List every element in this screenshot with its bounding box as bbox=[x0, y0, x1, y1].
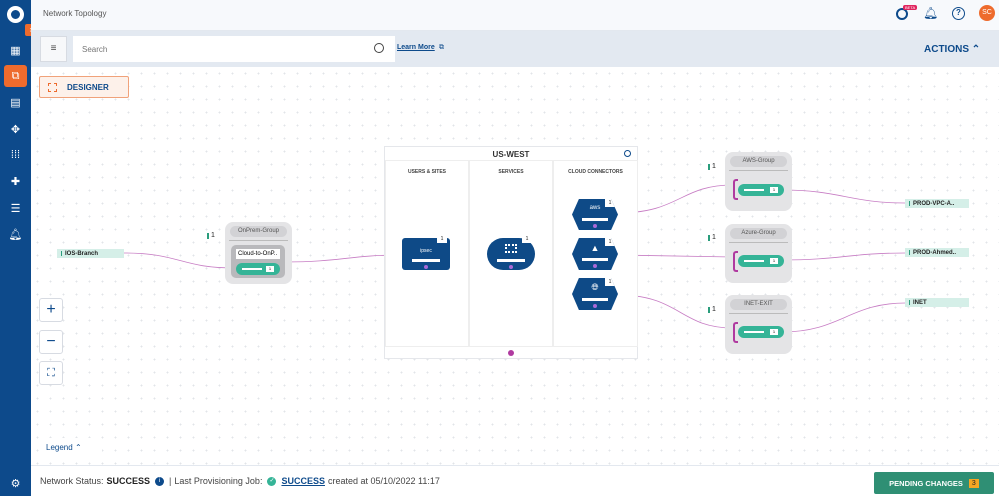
zoom-in-button[interactable]: + bbox=[39, 298, 63, 322]
connector-name: Cloud-to-OnP.. bbox=[236, 249, 280, 259]
ipsec-label: ipsec bbox=[420, 248, 432, 254]
firewall-icon bbox=[505, 244, 517, 253]
success-check-icon: ✓ bbox=[267, 476, 277, 486]
internet-connector-node[interactable]: 1 🌐︎ bbox=[572, 278, 618, 310]
pending-label: PENDING CHANGES bbox=[889, 478, 963, 488]
zoom-out-button[interactable]: − bbox=[39, 330, 63, 354]
info-icon[interactable]: i bbox=[155, 476, 165, 486]
pending-changes-button[interactable]: PENDING CHANGES 3 bbox=[874, 472, 994, 494]
aws-icon: aws bbox=[589, 205, 601, 211]
tag-inet[interactable]: INET bbox=[905, 298, 969, 307]
ipsec-node[interactable]: 1 ipsec bbox=[402, 235, 450, 270]
pill-count: 1 bbox=[770, 258, 778, 264]
info-icon[interactable] bbox=[624, 150, 631, 157]
tag-prod-ahmed[interactable]: PROD-Ahmed.. bbox=[905, 248, 969, 257]
tag-prod-vpc[interactable]: PROD-VPC-A.. bbox=[905, 199, 969, 208]
group-inet-exit[interactable]: INET-EXIT 1 bbox=[725, 295, 792, 354]
fit-to-screen-button[interactable]: ⛶ bbox=[39, 361, 63, 385]
group-azure[interactable]: Azure-Group 1 bbox=[725, 224, 792, 283]
chevron-up-icon: ⌃ bbox=[74, 443, 82, 452]
group-title: OnPrem-Group bbox=[230, 226, 287, 237]
pill-count: 1 bbox=[770, 329, 778, 335]
aws-connector-node[interactable]: 1 aws bbox=[572, 199, 618, 230]
connector-pill[interactable]: 1 bbox=[236, 263, 280, 275]
connector-pill[interactable]: 1 bbox=[738, 184, 784, 196]
globe-icon: 🌐︎ bbox=[591, 282, 599, 292]
divider bbox=[229, 240, 288, 241]
group-title: INET-EXIT bbox=[730, 299, 787, 310]
group-title: AWS-Group bbox=[730, 156, 787, 167]
column-title: SERVICES bbox=[498, 169, 524, 175]
firewall-service-node[interactable]: 1 bbox=[487, 235, 535, 270]
group-onprem[interactable]: OnPrem-Group Cloud-to-OnP.. 1 bbox=[225, 222, 292, 284]
job-created-time: created at 05/10/2022 11:17 bbox=[327, 476, 440, 486]
link-inet-tag bbox=[781, 302, 906, 333]
group-aws[interactable]: AWS-Group 1 bbox=[725, 152, 792, 211]
network-status-label: Network Status: bbox=[40, 476, 104, 486]
region-title: US-WEST bbox=[492, 150, 530, 159]
node-count: 1 bbox=[437, 235, 447, 243]
group-count: 1 bbox=[708, 234, 716, 241]
separator: | bbox=[169, 476, 172, 486]
group-count: 1 bbox=[708, 163, 716, 170]
azure-icon: ▲ bbox=[590, 243, 600, 253]
pill-count: 1 bbox=[770, 187, 778, 193]
job-status-link[interactable]: SUCCESS bbox=[281, 476, 325, 486]
pill-count: 1 bbox=[266, 266, 274, 272]
legend-toggle[interactable]: Legend ⌃ bbox=[40, 438, 102, 458]
link-ios-onprem bbox=[123, 252, 236, 269]
column-title: CLOUD CONNECTORS bbox=[568, 169, 623, 175]
legend-label: Legend bbox=[46, 443, 73, 452]
connector-pill[interactable]: 1 bbox=[738, 255, 784, 267]
network-status-value: SUCCESS bbox=[106, 476, 151, 486]
node-count: 1 bbox=[522, 235, 532, 243]
group-title: Azure-Group bbox=[730, 228, 787, 239]
site-tag-ios-branch[interactable]: IOS-Branch bbox=[57, 249, 124, 258]
job-label: Last Provisioning Job: bbox=[174, 476, 263, 486]
azure-connector-node[interactable]: 1 ▲ bbox=[572, 238, 618, 270]
connector-box[interactable]: Cloud-to-OnP.. 1 bbox=[231, 245, 285, 278]
link-azure-tag bbox=[781, 252, 906, 261]
group-count: 1 bbox=[708, 306, 716, 313]
group-count: 1 bbox=[207, 232, 215, 239]
connector-pill[interactable]: 1 bbox=[738, 326, 784, 338]
pending-count-badge: 3 bbox=[968, 478, 979, 488]
column-title: USERS & SITES bbox=[407, 169, 447, 175]
status-bar: Network Status: SUCCESS i | Last Provisi… bbox=[31, 465, 999, 496]
link-aws-tag bbox=[781, 189, 906, 204]
region-anchor-dot[interactable] bbox=[508, 350, 514, 356]
